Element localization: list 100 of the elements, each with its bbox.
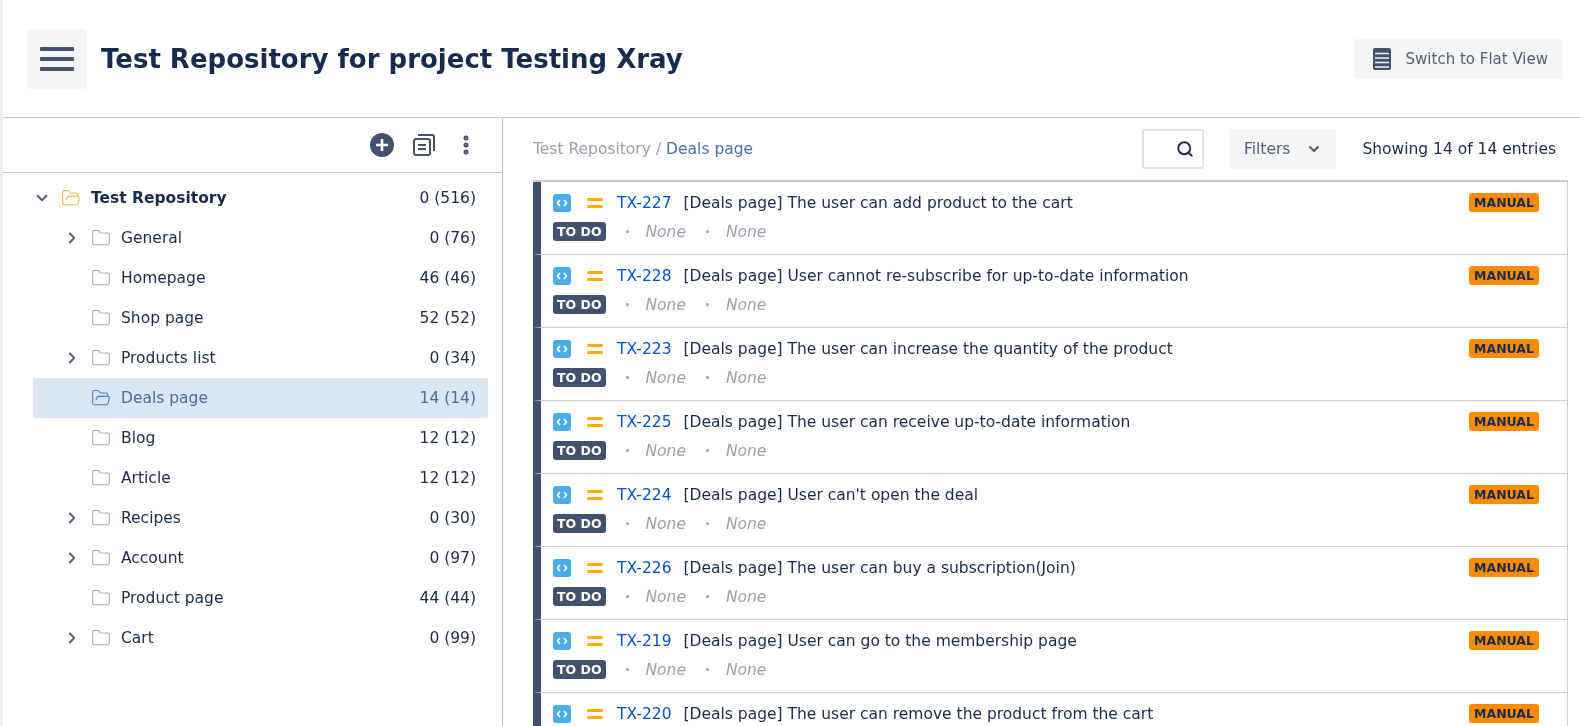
test-count: 0 (516): [419, 189, 476, 207]
priority-medium-icon: [587, 561, 603, 574]
code-icon: [553, 631, 571, 650]
folder-icon: [91, 588, 111, 608]
folder-icon: [91, 428, 111, 448]
breadcrumb-current[interactable]: Deals page: [666, 140, 754, 158]
folder-icon: [91, 308, 111, 328]
issue-key-link[interactable]: TX-219: [617, 631, 672, 650]
test-summary: [Deals page] User can go to the membership page: [683, 631, 1078, 650]
folder-label: Deals page: [121, 389, 209, 407]
folder-open-icon: [61, 188, 81, 208]
issue-key-link[interactable]: TX-223: [617, 339, 672, 358]
test-count: 12 (12): [419, 429, 476, 447]
tree-item[interactable]: Shop page 52 (52): [33, 298, 488, 338]
meta-value: None: [725, 222, 767, 241]
code-icon: [553, 485, 571, 504]
test-count: 0 (99): [429, 629, 476, 647]
priority-medium-icon: [587, 488, 603, 501]
test-type-badge: MANUAL: [1469, 266, 1539, 285]
folder-icon: [91, 628, 111, 648]
priority-medium-icon: [587, 269, 603, 282]
folder-icon: [91, 228, 111, 248]
test-summary: [Deals page] The user can increase the quantity of the product: [683, 339, 1174, 358]
folder-label: Homepage: [121, 269, 207, 287]
meta-value: None: [645, 441, 686, 460]
page-title: Test Repository for project Testing Xray: [101, 43, 684, 74]
copy-icon[interactable]: [412, 133, 436, 157]
status-badge: TO DO: [553, 514, 606, 533]
issue-key-link[interactable]: TX-227: [617, 193, 672, 212]
tree-item[interactable]: Article 12 (12): [33, 458, 488, 498]
tree-item[interactable]: Blog 12 (12): [33, 418, 488, 458]
status-badge: TO DO: [553, 660, 606, 679]
test-row[interactable]: TX-225 [Deals page] The user can receive up-to-date information MANUAL TO DO None None: [533, 401, 1567, 474]
meta-value: None: [725, 441, 767, 460]
folder-label: Recipes: [121, 509, 182, 527]
issue-key-link[interactable]: TX-220: [617, 704, 672, 723]
folder-label: General: [121, 229, 184, 247]
folder-icon: [91, 548, 111, 568]
test-type-badge: MANUAL: [1469, 193, 1539, 212]
test-count: 46 (46): [419, 269, 476, 287]
folder-label: Products list: [121, 349, 217, 367]
search-button[interactable]: [1141, 129, 1204, 169]
test-row[interactable]: TX-226 [Deals page] The user can buy a subscription(Join) MANUAL TO DO None None: [533, 547, 1567, 620]
add-icon[interactable]: [370, 133, 394, 157]
tree-item[interactable]: Products list 0 (34): [33, 338, 488, 378]
filters-button[interactable]: Filters: [1229, 129, 1337, 169]
issue-key-link[interactable]: TX-228: [617, 266, 672, 285]
test-summary: [Deals page] User cannot re-subscribe for up-to-date information: [683, 266, 1190, 285]
test-type-badge: MANUAL: [1469, 485, 1539, 504]
folder-label: Blog: [121, 429, 157, 447]
test-summary: [Deals page] User can't open the deal: [683, 485, 980, 504]
code-icon: [553, 193, 571, 212]
folder-icon: [91, 468, 111, 488]
test-type-badge: MANUAL: [1469, 412, 1539, 431]
test-summary: [Deals page] The user can add product to the cart: [683, 193, 1074, 212]
folder-label: Cart: [121, 629, 155, 647]
test-row[interactable]: TX-219 [Deals page] User can go to the membership page MANUAL TO DO None None: [533, 620, 1567, 693]
tree-item[interactable]: Product page 44 (44): [33, 578, 488, 618]
folder-label: Product page: [121, 589, 225, 607]
priority-medium-icon: [587, 415, 603, 428]
menu-button[interactable]: [27, 28, 87, 89]
test-summary: [Deals page] The user can remove the product from the cart: [683, 704, 1155, 723]
tree-item[interactable]: Recipes 0 (30): [33, 498, 488, 538]
flat-view-button[interactable]: Switch to Flat View: [1353, 38, 1562, 79]
code-icon: [553, 704, 571, 723]
tree-item[interactable]: Homepage 46 (46): [33, 258, 488, 298]
test-count: 0 (97): [429, 549, 476, 567]
folder-icon: [91, 348, 111, 368]
status-badge: TO DO: [553, 295, 606, 314]
meta-value: None: [645, 222, 686, 241]
test-row[interactable]: TX-228 [Deals page] User cannot re-subscribe for up-to-date information MANUAL TO DO None None: [533, 255, 1567, 328]
issue-key-link[interactable]: TX-225: [617, 412, 672, 431]
list-icon: [1371, 46, 1392, 71]
test-count: 12 (12): [419, 469, 476, 487]
status-badge: TO DO: [553, 587, 606, 606]
test-row[interactable]: TX-227 [Deals page] The user can add product to the cart MANUAL TO DO None None: [533, 182, 1567, 255]
issue-key-link[interactable]: TX-226: [617, 558, 672, 577]
tree-item[interactable]: Test Repository 0 (516): [33, 178, 488, 218]
tree-item[interactable]: General 0 (76): [33, 218, 488, 258]
meta-value: None: [645, 295, 686, 314]
test-count: 0 (30): [429, 509, 476, 527]
tree-item[interactable]: Deals page 14 (14): [33, 378, 488, 418]
search-icon: [1175, 140, 1194, 158]
folder-icon: [91, 268, 111, 288]
folder-label: Test Repository: [91, 189, 228, 207]
test-row[interactable]: TX-224 [Deals page] User can't open the deal MANUAL TO DO None None: [533, 474, 1567, 547]
meta-value: None: [725, 587, 767, 606]
test-type-badge: MANUAL: [1469, 558, 1539, 577]
test-row[interactable]: TX-223 [Deals page] The user can increase the quantity of the product MANUAL TO DO None None: [533, 328, 1567, 401]
tree-item[interactable]: Cart 0 (99): [33, 618, 488, 658]
test-type-badge: MANUAL: [1469, 704, 1539, 723]
meta-value: None: [645, 587, 686, 606]
entries-count: Showing 14 of 14 entries: [1362, 140, 1556, 158]
test-row[interactable]: TX-220 [Deals page] The user can remove the product from the cart MANUAL: [533, 693, 1567, 726]
priority-medium-icon: [587, 342, 603, 355]
tree-item[interactable]: Account 0 (97): [33, 538, 488, 578]
issue-key-link[interactable]: TX-224: [617, 485, 672, 504]
test-count: 0 (76): [429, 229, 476, 247]
test-type-badge: MANUAL: [1469, 631, 1539, 650]
meta-value: None: [645, 514, 686, 533]
